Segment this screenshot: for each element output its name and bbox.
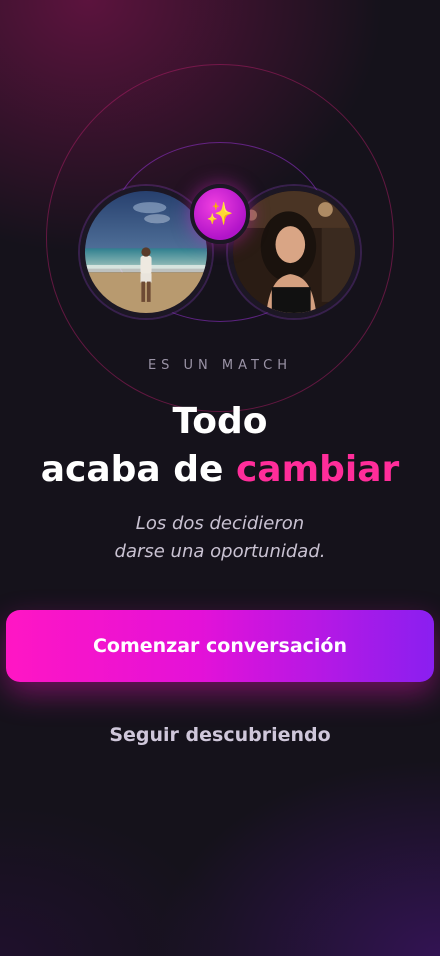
sparkles-icon: ✨: [190, 184, 250, 244]
subtitle-line-1: Los dos decidieron: [135, 513, 305, 534]
match-kicker: ES UN MATCH: [147, 358, 293, 373]
title-accent-word: cambiar: [235, 449, 400, 490]
start-conversation-button[interactable]: Comenzar conversación: [6, 610, 434, 682]
title-line-2-prefix: acaba de: [40, 449, 236, 490]
match-subtitle: Los dos decidieron darse una oportunidad…: [0, 510, 440, 566]
keep-discovering-button[interactable]: Seguir descubriendo: [0, 724, 440, 746]
title-line-1: Todo: [172, 401, 268, 442]
match-title: Todo acaba de cambiar: [0, 398, 440, 494]
subtitle-line-2: darse una oportunidad.: [114, 541, 326, 562]
